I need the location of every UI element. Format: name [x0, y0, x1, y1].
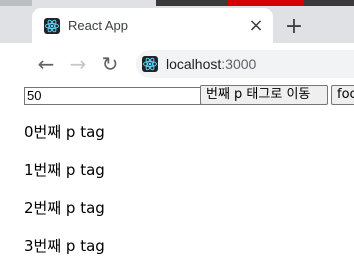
react-logo-icon	[44, 18, 60, 34]
p-tag-item: 3번째 p tag	[24, 237, 105, 255]
scroll-controls: 50 번째 p 태그로 이동 focus	[0, 85, 354, 107]
forward-arrow-icon[interactable]: →	[66, 52, 90, 76]
close-icon[interactable]: ×	[247, 17, 265, 35]
url-port: :3000	[221, 56, 257, 72]
tab-title: React App	[68, 18, 128, 33]
reload-icon[interactable]: ↻	[98, 52, 122, 76]
address-bar[interactable]: localhost:3000	[136, 50, 354, 78]
index-input[interactable]: 50	[24, 87, 202, 105]
back-arrow-icon[interactable]: ←	[34, 52, 58, 76]
focus-button[interactable]: focus	[331, 85, 354, 105]
react-logo-icon	[142, 56, 158, 72]
url-host: localhost	[166, 56, 222, 72]
url-text: localhost:3000	[166, 56, 256, 72]
browser-toolbar: ← → ↻ localhost:3000	[0, 43, 354, 85]
page-content: 50 번째 p 태그로 이동 focus 0번째 p tag 1번째 p tag…	[0, 85, 354, 270]
p-tag-item: 0번째 p tag	[24, 123, 105, 141]
previous-tab-edge[interactable]	[0, 0, 32, 6]
move-to-p-tag-button[interactable]: 번째 p 태그로 이동	[200, 85, 328, 105]
tab-strip: React App × +	[0, 0, 354, 43]
browser-tab-active[interactable]: React App ×	[32, 8, 273, 43]
new-tab-button[interactable]: +	[283, 16, 305, 38]
p-tag-item: 1번째 p tag	[24, 161, 105, 179]
p-tag-item: 2번째 p tag	[24, 199, 105, 217]
window-edge-background	[156, 0, 354, 6]
